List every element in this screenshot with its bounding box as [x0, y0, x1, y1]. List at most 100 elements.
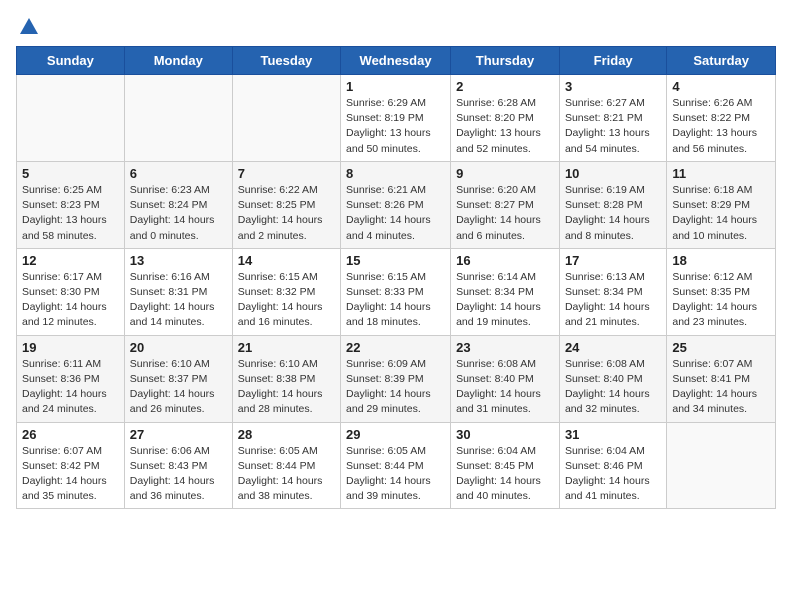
day-number: 31 [565, 427, 661, 442]
day-info: Sunrise: 6:15 AM Sunset: 8:32 PM Dayligh… [238, 270, 335, 331]
day-number: 29 [346, 427, 445, 442]
day-number: 30 [456, 427, 554, 442]
calendar-cell: 9 Sunrise: 6:20 AM Sunset: 8:27 PM Daylig… [451, 161, 560, 248]
header [16, 16, 776, 34]
day-info: Sunrise: 6:06 AM Sunset: 8:43 PM Dayligh… [130, 444, 227, 505]
calendar-cell: 16 Sunrise: 6:14 AM Sunset: 8:34 PM Dayli… [451, 248, 560, 335]
calendar-cell: 14 Sunrise: 6:15 AM Sunset: 8:32 PM Dayli… [232, 248, 340, 335]
logo [16, 16, 40, 34]
calendar-week-row: 1 Sunrise: 6:29 AM Sunset: 8:19 PM Daylig… [17, 75, 776, 162]
calendar-cell: 4 Sunrise: 6:26 AM Sunset: 8:22 PM Daylig… [667, 75, 776, 162]
day-number: 19 [22, 340, 119, 355]
day-number: 20 [130, 340, 227, 355]
weekday-header: Friday [559, 47, 666, 75]
day-number: 16 [456, 253, 554, 268]
day-number: 15 [346, 253, 445, 268]
day-number: 6 [130, 166, 227, 181]
calendar-cell: 25 Sunrise: 6:07 AM Sunset: 8:41 PM Dayli… [667, 335, 776, 422]
calendar-cell: 8 Sunrise: 6:21 AM Sunset: 8:26 PM Daylig… [341, 161, 451, 248]
calendar-cell [667, 422, 776, 509]
day-info: Sunrise: 6:08 AM Sunset: 8:40 PM Dayligh… [456, 357, 554, 418]
calendar-cell: 19 Sunrise: 6:11 AM Sunset: 8:36 PM Dayli… [17, 335, 125, 422]
calendar-cell: 23 Sunrise: 6:08 AM Sunset: 8:40 PM Dayli… [451, 335, 560, 422]
calendar-cell: 30 Sunrise: 6:04 AM Sunset: 8:45 PM Dayli… [451, 422, 560, 509]
weekday-header: Tuesday [232, 47, 340, 75]
day-number: 24 [565, 340, 661, 355]
calendar-header-row: SundayMondayTuesdayWednesdayThursdayFrid… [17, 47, 776, 75]
weekday-header: Sunday [17, 47, 125, 75]
day-number: 25 [672, 340, 770, 355]
day-info: Sunrise: 6:18 AM Sunset: 8:29 PM Dayligh… [672, 183, 770, 244]
day-info: Sunrise: 6:09 AM Sunset: 8:39 PM Dayligh… [346, 357, 445, 418]
calendar-cell: 5 Sunrise: 6:25 AM Sunset: 8:23 PM Daylig… [17, 161, 125, 248]
day-number: 18 [672, 253, 770, 268]
calendar-cell: 18 Sunrise: 6:12 AM Sunset: 8:35 PM Dayli… [667, 248, 776, 335]
day-info: Sunrise: 6:11 AM Sunset: 8:36 PM Dayligh… [22, 357, 119, 418]
day-number: 23 [456, 340, 554, 355]
calendar-cell: 11Sunrise: 6:18 AM Sunset: 8:29 PM Dayli… [667, 161, 776, 248]
day-number: 5 [22, 166, 119, 181]
day-info: Sunrise: 6:22 AM Sunset: 8:25 PM Dayligh… [238, 183, 335, 244]
day-number: 22 [346, 340, 445, 355]
day-info: Sunrise: 6:15 AM Sunset: 8:33 PM Dayligh… [346, 270, 445, 331]
calendar-cell: 2 Sunrise: 6:28 AM Sunset: 8:20 PM Daylig… [451, 75, 560, 162]
day-number: 2 [456, 79, 554, 94]
day-number: 12 [22, 253, 119, 268]
day-info: Sunrise: 6:29 AM Sunset: 8:19 PM Dayligh… [346, 96, 445, 157]
calendar-cell: 1 Sunrise: 6:29 AM Sunset: 8:19 PM Daylig… [341, 75, 451, 162]
day-info: Sunrise: 6:28 AM Sunset: 8:20 PM Dayligh… [456, 96, 554, 157]
calendar-week-row: 5 Sunrise: 6:25 AM Sunset: 8:23 PM Daylig… [17, 161, 776, 248]
day-info: Sunrise: 6:10 AM Sunset: 8:38 PM Dayligh… [238, 357, 335, 418]
calendar-week-row: 26 Sunrise: 6:07 AM Sunset: 8:42 PM Dayli… [17, 422, 776, 509]
day-number: 27 [130, 427, 227, 442]
day-number: 17 [565, 253, 661, 268]
day-info: Sunrise: 6:26 AM Sunset: 8:22 PM Dayligh… [672, 96, 770, 157]
weekday-header: Monday [124, 47, 232, 75]
day-info: Sunrise: 6:04 AM Sunset: 8:45 PM Dayligh… [456, 444, 554, 505]
day-info: Sunrise: 6:21 AM Sunset: 8:26 PM Dayligh… [346, 183, 445, 244]
day-info: Sunrise: 6:17 AM Sunset: 8:30 PM Dayligh… [22, 270, 119, 331]
calendar-cell: 26 Sunrise: 6:07 AM Sunset: 8:42 PM Dayli… [17, 422, 125, 509]
calendar-cell: 24 Sunrise: 6:08 AM Sunset: 8:40 PM Dayli… [559, 335, 666, 422]
calendar-cell [17, 75, 125, 162]
calendar-cell: 13 Sunrise: 6:16 AM Sunset: 8:31 PM Dayli… [124, 248, 232, 335]
weekday-header: Thursday [451, 47, 560, 75]
calendar-week-row: 19 Sunrise: 6:11 AM Sunset: 8:36 PM Dayli… [17, 335, 776, 422]
day-info: Sunrise: 6:20 AM Sunset: 8:27 PM Dayligh… [456, 183, 554, 244]
day-info: Sunrise: 6:13 AM Sunset: 8:34 PM Dayligh… [565, 270, 661, 331]
day-info: Sunrise: 6:05 AM Sunset: 8:44 PM Dayligh… [346, 444, 445, 505]
day-info: Sunrise: 6:12 AM Sunset: 8:35 PM Dayligh… [672, 270, 770, 331]
weekday-header: Saturday [667, 47, 776, 75]
calendar-cell [124, 75, 232, 162]
calendar-cell: 17 Sunrise: 6:13 AM Sunset: 8:34 PM Dayli… [559, 248, 666, 335]
calendar-cell: 12 Sunrise: 6:17 AM Sunset: 8:30 PM Dayli… [17, 248, 125, 335]
day-info: Sunrise: 6:19 AM Sunset: 8:28 PM Dayligh… [565, 183, 661, 244]
day-number: 8 [346, 166, 445, 181]
calendar-cell: 3Sunrise: 6:27 AM Sunset: 8:21 PM Daylig… [559, 75, 666, 162]
day-number: 14 [238, 253, 335, 268]
day-number: 9 [456, 166, 554, 181]
day-info: Sunrise: 6:23 AM Sunset: 8:24 PM Dayligh… [130, 183, 227, 244]
day-number: 4 [672, 79, 770, 94]
day-number: 1 [346, 79, 445, 94]
day-number: 10 [565, 166, 661, 181]
calendar-cell [232, 75, 340, 162]
day-number: 26 [22, 427, 119, 442]
day-info: Sunrise: 6:27 AM Sunset: 8:21 PM Dayligh… [565, 96, 661, 157]
calendar-week-row: 12 Sunrise: 6:17 AM Sunset: 8:30 PM Dayli… [17, 248, 776, 335]
day-info: Sunrise: 6:07 AM Sunset: 8:42 PM Dayligh… [22, 444, 119, 505]
day-number: 13 [130, 253, 227, 268]
day-info: Sunrise: 6:14 AM Sunset: 8:34 PM Dayligh… [456, 270, 554, 331]
day-number: 21 [238, 340, 335, 355]
calendar-cell: 20Sunrise: 6:10 AM Sunset: 8:37 PM Dayli… [124, 335, 232, 422]
day-info: Sunrise: 6:07 AM Sunset: 8:41 PM Dayligh… [672, 357, 770, 418]
day-info: Sunrise: 6:08 AM Sunset: 8:40 PM Dayligh… [565, 357, 661, 418]
weekday-header: Wednesday [341, 47, 451, 75]
logo-icon [18, 16, 40, 38]
calendar-cell: 21 Sunrise: 6:10 AM Sunset: 8:38 PM Dayli… [232, 335, 340, 422]
day-info: Sunrise: 6:05 AM Sunset: 8:44 PM Dayligh… [238, 444, 335, 505]
day-info: Sunrise: 6:25 AM Sunset: 8:23 PM Dayligh… [22, 183, 119, 244]
day-info: Sunrise: 6:16 AM Sunset: 8:31 PM Dayligh… [130, 270, 227, 331]
page: SundayMondayTuesdayWednesdayThursdayFrid… [0, 0, 792, 525]
calendar-cell: 15 Sunrise: 6:15 AM Sunset: 8:33 PM Dayli… [341, 248, 451, 335]
